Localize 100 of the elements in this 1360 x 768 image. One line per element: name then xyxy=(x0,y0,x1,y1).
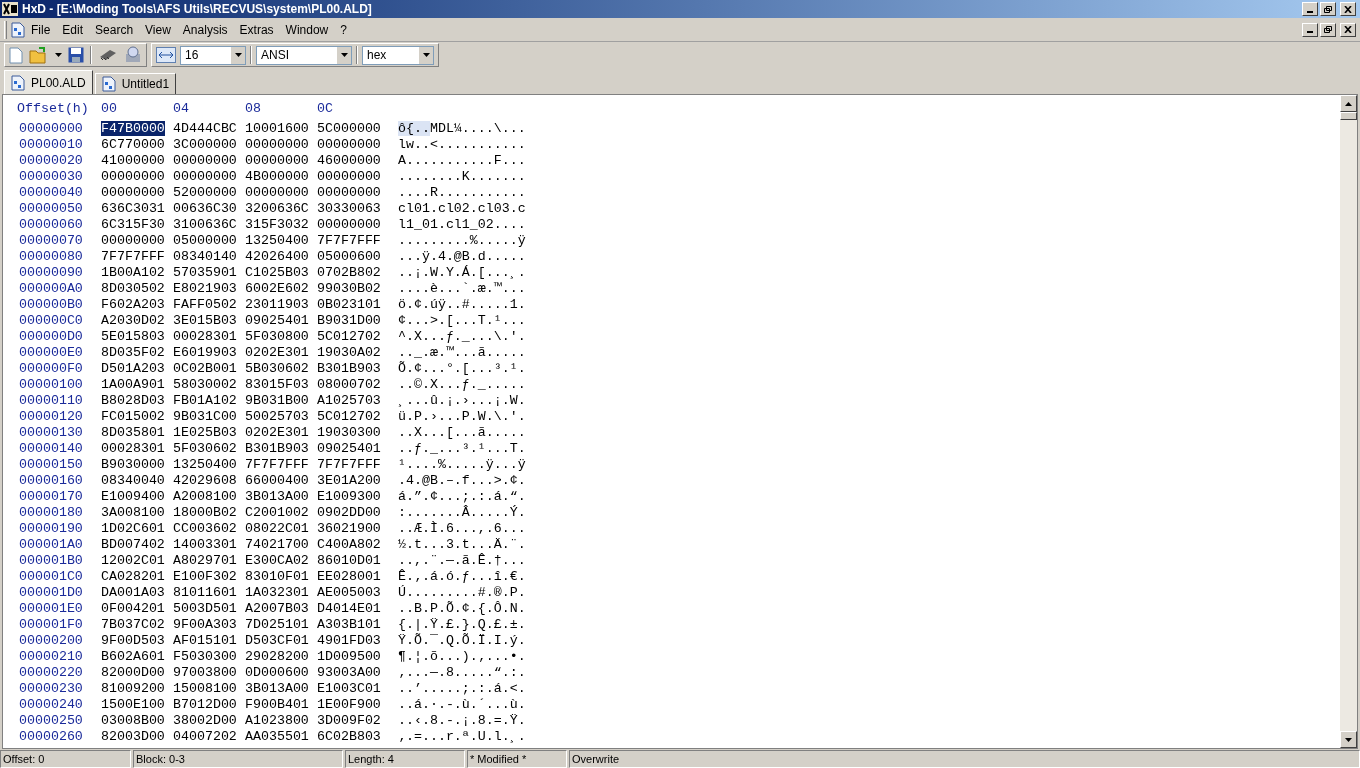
hex-value[interactable]: 5B030602 xyxy=(245,361,309,376)
hex-value[interactable]: 0202E301 xyxy=(245,345,309,360)
hex-value[interactable]: 42029608 xyxy=(173,473,237,488)
ascii-text[interactable]: cl01.cl02.cl03.c xyxy=(398,201,526,217)
hex-value[interactable]: 00000000 xyxy=(245,137,309,152)
hex-value[interactable]: 13250400 xyxy=(173,457,237,472)
ascii-text[interactable]: ö.¢.úÿ..#.....1. xyxy=(398,297,526,313)
hex-value[interactable]: D4014E01 xyxy=(317,601,381,616)
hex-value[interactable]: 7B037C02 xyxy=(101,617,165,632)
hex-value[interactable]: 00000000 xyxy=(173,169,237,184)
dropdown-button[interactable] xyxy=(337,46,351,64)
hex-value[interactable]: A2030D02 xyxy=(101,313,165,328)
hex-value[interactable]: 50025703 xyxy=(245,409,309,424)
ascii-text[interactable]: ü.P.›...P.W.\.'. xyxy=(398,409,526,425)
ascii-text[interactable]: ½.t...3.t...Ä.¨. xyxy=(398,537,526,553)
hex-value[interactable]: 3B013A00 xyxy=(245,681,309,696)
hex-value[interactable]: 9F00D503 xyxy=(101,633,165,648)
hex-value[interactable]: 04007202 xyxy=(173,729,237,744)
caret-icon[interactable] xyxy=(55,53,62,57)
ascii-text[interactable]: ..,.¨.—.ã.Ê.†... xyxy=(398,553,526,569)
ascii-text[interactable]: ........K....... xyxy=(398,169,526,185)
hex-value[interactable]: 12002C01 xyxy=(101,553,165,568)
hex-value[interactable]: 19030300 xyxy=(317,425,381,440)
hex-value[interactable]: 09025401 xyxy=(245,313,309,328)
ascii-text[interactable]: l1_01.cl1_02.... xyxy=(398,217,526,233)
hex-value[interactable]: B602A601 xyxy=(101,649,165,664)
menu-item[interactable]: Analysis xyxy=(182,20,228,39)
hex-value[interactable]: 82000D00 xyxy=(101,665,165,680)
hex-value[interactable]: 10001600 xyxy=(245,121,309,136)
hex-value[interactable]: 52000000 xyxy=(173,185,237,200)
hex-value[interactable]: 3100636C xyxy=(173,217,237,232)
hex-value[interactable]: 97003800 xyxy=(173,665,237,680)
menu-item[interactable]: File xyxy=(31,20,51,39)
ascii-text[interactable]: ‚.=...r.ª.U.l.¸. xyxy=(398,729,526,745)
hex-value[interactable]: 23011903 xyxy=(245,297,309,312)
hex-value[interactable]: 9F00A303 xyxy=(173,617,237,632)
hex-value[interactable]: 1E025B03 xyxy=(173,425,237,440)
ascii-text[interactable]: ..¡.W.Y.Á.[...¸. xyxy=(398,265,526,281)
hex-value[interactable]: 15008100 xyxy=(173,681,237,696)
hex-value[interactable]: 0C02B001 xyxy=(173,361,237,376)
hex-value[interactable]: 00028301 xyxy=(173,329,237,344)
hex-value[interactable]: A2008100 xyxy=(173,489,237,504)
hex-value[interactable]: 6C770000 xyxy=(101,137,165,152)
ascii-text[interactable]: ....R........... xyxy=(398,185,526,201)
hex-value[interactable]: 05000000 xyxy=(173,233,237,248)
ascii-text[interactable]: .._.æ.™...ã..... xyxy=(398,345,526,361)
hex-value[interactable]: 3B013A00 xyxy=(245,489,309,504)
hex-value[interactable]: 0B023101 xyxy=(317,297,381,312)
charset-select[interactable]: ANSI xyxy=(256,45,352,65)
minimize-button[interactable] xyxy=(1302,22,1318,37)
hex-value[interactable]: 0F004201 xyxy=(101,601,165,616)
chip-icon[interactable] xyxy=(98,48,118,62)
hex-value[interactable]: 3A008100 xyxy=(101,505,165,520)
hex-value[interactable]: 1D02C601 xyxy=(101,521,165,536)
hex-value[interactable]: 46000000 xyxy=(317,153,381,168)
ascii-text[interactable]: ..á.·.-.ù.´...ù. xyxy=(398,697,526,713)
hex-value[interactable]: 58030002 xyxy=(173,377,237,392)
menu-item[interactable]: Edit xyxy=(62,20,84,39)
hex-value[interactable]: FC015002 xyxy=(101,409,165,424)
ascii-text[interactable]: lw..<........... xyxy=(398,137,526,153)
hex-value[interactable]: 1D009500 xyxy=(317,649,381,664)
hex-value[interactable]: AE005003 xyxy=(317,585,381,600)
hex-value[interactable]: 5C000000 xyxy=(317,121,381,136)
hex-value[interactable]: E6019903 xyxy=(173,345,237,360)
hex-value[interactable]: 1A00A901 xyxy=(101,377,165,392)
file-tab[interactable]: PL00.ALD xyxy=(4,70,93,94)
hex-value[interactable]: 00000000 xyxy=(101,185,165,200)
hex-value[interactable]: B301B903 xyxy=(317,361,381,376)
hex-value[interactable]: 00000000 xyxy=(173,153,237,168)
hex-value[interactable]: 00028301 xyxy=(101,441,165,456)
scroll-down-button[interactable] xyxy=(1340,731,1357,748)
close-button[interactable] xyxy=(1340,22,1356,37)
hex-value[interactable]: A8029701 xyxy=(173,553,237,568)
hex-value[interactable]: 00000000 xyxy=(317,217,381,232)
hex-value[interactable]: A303B101 xyxy=(317,617,381,632)
ascii-text[interactable]: Ÿ.Õ.¯.Q.Õ.Ï.I.ý. xyxy=(398,633,526,649)
hex-value[interactable]: 0D000600 xyxy=(245,665,309,680)
bytes-per-row-select[interactable]: 16 xyxy=(180,45,246,65)
ascii-text[interactable]: ...ÿ.4.@B.d..... xyxy=(398,249,526,265)
ascii-text[interactable]: .4.@B.–.f...>.¢. xyxy=(398,473,526,489)
ascii-text[interactable]: ¶.¦.õ...).‚...•. xyxy=(398,649,526,665)
hex-value[interactable]: 6C315F30 xyxy=(101,217,165,232)
hex-value[interactable]: 00000000 xyxy=(317,137,381,152)
hex-value[interactable]: B8028D03 xyxy=(101,393,165,408)
hex-value[interactable]: 99030B02 xyxy=(317,281,381,296)
hex-value[interactable]: 00000000 xyxy=(101,233,165,248)
hex-value[interactable]: B9030000 xyxy=(101,457,165,472)
menu-item[interactable]: Window xyxy=(285,20,329,39)
hex-value[interactable]: F5030300 xyxy=(173,649,237,664)
hex-value[interactable]: 41000000 xyxy=(101,153,165,168)
hex-value[interactable]: 19030A02 xyxy=(317,345,381,360)
hex-value[interactable]: 30330063 xyxy=(317,201,381,216)
hex-value[interactable]: EE028001 xyxy=(317,569,381,584)
hex-value[interactable]: 42026400 xyxy=(245,249,309,264)
offset-base-select[interactable]: hex xyxy=(362,45,434,65)
ascii-text[interactable]: á.”.¢...;.:.á.“. xyxy=(398,489,526,505)
menu-item[interactable]: ? xyxy=(340,20,347,39)
hex-value[interactable]: 7F7F7FFF xyxy=(101,249,165,264)
hex-value[interactable]: 86010D01 xyxy=(317,553,381,568)
ascii-text[interactable]: A...........F... xyxy=(398,153,526,169)
